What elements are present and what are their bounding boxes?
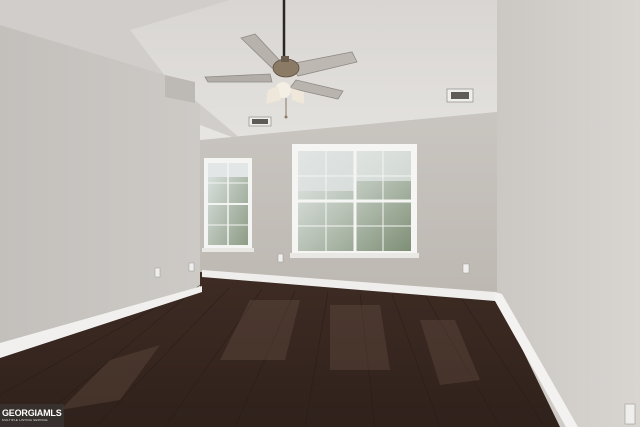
air-vent-icon xyxy=(446,88,474,103)
watermark-brand: GEORGIAMLS xyxy=(2,408,62,418)
electrical-outlet-icon xyxy=(462,263,470,274)
electrical-outlet-icon xyxy=(624,403,636,425)
electrical-outlet-icon xyxy=(188,262,195,272)
air-vent-icon xyxy=(248,116,272,127)
watermark-tagline: MULTIPLE LISTING SERVICE xyxy=(2,418,48,422)
listing-watermark-logo: GEORGIAMLS MULTIPLE LISTING SERVICE xyxy=(0,404,64,427)
window-small xyxy=(202,158,254,252)
window-large xyxy=(290,144,419,258)
electrical-outlet-icon xyxy=(154,267,161,278)
room-photo: GEORGIAMLS MULTIPLE LISTING SERVICE xyxy=(0,0,640,427)
room-illustration xyxy=(0,0,640,427)
electrical-outlet-icon xyxy=(277,253,284,263)
